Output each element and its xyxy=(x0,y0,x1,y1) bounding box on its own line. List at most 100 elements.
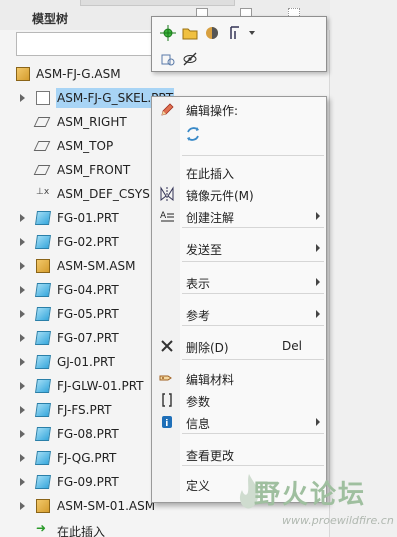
tree-item-label: FG-05.PRT xyxy=(57,307,119,321)
tree-item-label: ASM_TOP xyxy=(57,139,114,153)
chevron-right-icon[interactable] xyxy=(20,358,25,366)
menu-item[interactable]: 在此插入 xyxy=(152,161,326,183)
datum-plane-icon xyxy=(33,117,51,127)
menu-item[interactable]: 查看更改 xyxy=(152,443,326,465)
tree-item-label: FJ-QG.PRT xyxy=(57,451,117,465)
info-icon: i xyxy=(158,413,176,431)
part-icon xyxy=(35,235,51,249)
assembly-icon xyxy=(16,67,30,81)
chevron-right-icon[interactable] xyxy=(20,310,25,318)
chevron-right-icon[interactable] xyxy=(20,406,25,414)
datum-display-icon[interactable] xyxy=(226,23,246,43)
chevron-right-icon[interactable] xyxy=(20,382,25,390)
menu-item[interactable]: 删除(D) Del xyxy=(152,335,326,357)
part-icon xyxy=(35,283,51,297)
eye-hidden-icon[interactable] xyxy=(180,49,200,69)
tree-item-label: FJ-GLW-01.PRT xyxy=(57,379,144,393)
submenu-arrow-icon xyxy=(316,278,320,286)
menu-item-label: 创建注解 xyxy=(186,211,235,225)
menu-item[interactable]: 参数 xyxy=(152,389,326,411)
menu-item-label: 表示 xyxy=(186,277,211,291)
menu-gutter xyxy=(152,97,180,502)
material-icon xyxy=(158,369,176,387)
chevron-right-icon[interactable] xyxy=(20,430,25,438)
menu-item[interactable]: i 信息 xyxy=(152,411,326,433)
tree-item-label: ASM_DEF_CSYS xyxy=(57,187,150,201)
appearance-icon[interactable] xyxy=(202,23,222,43)
mini-toolbar xyxy=(151,16,327,72)
skeleton-icon xyxy=(36,91,50,105)
menu-item-label: 发送至 xyxy=(186,243,223,257)
assembly-icon xyxy=(36,259,50,273)
tree-item-label: ASM-SM-01.ASM xyxy=(57,499,156,513)
menu-item[interactable]: A 创建注解 xyxy=(152,205,326,227)
chevron-right-icon[interactable] xyxy=(20,502,25,510)
submenu-arrow-icon xyxy=(316,212,320,220)
menu-separator xyxy=(182,433,324,434)
coordinate-system-icon: ⊥x xyxy=(36,187,50,197)
tree-item-label: ASM-SM.ASM xyxy=(57,259,136,273)
submenu-arrow-icon xyxy=(316,310,320,318)
parameters-icon xyxy=(158,391,176,409)
panel-title: 模型树 xyxy=(32,12,69,26)
open-folder-icon[interactable] xyxy=(180,23,200,43)
tree-item-label: FG-07.PRT xyxy=(57,331,119,345)
tree-item-label: ASM_FRONT xyxy=(57,163,131,177)
chevron-right-icon[interactable] xyxy=(20,286,25,294)
chevron-right-icon[interactable] xyxy=(20,334,25,342)
menu-item-label: 在此插入 xyxy=(186,167,235,181)
select-target-icon[interactable] xyxy=(158,23,178,43)
menu-item[interactable]: 编辑材料 xyxy=(152,367,326,389)
menu-item-label: 参考 xyxy=(186,309,211,323)
watermark: 野火论坛 www.proewildfire.cn xyxy=(228,470,397,536)
menu-separator xyxy=(182,465,324,466)
pencil-icon xyxy=(158,101,176,119)
submenu-arrow-icon xyxy=(316,244,320,252)
part-icon xyxy=(35,427,51,441)
menu-separator xyxy=(182,325,324,326)
chevron-down-icon[interactable] xyxy=(246,23,258,43)
chevron-right-icon[interactable] xyxy=(20,214,25,222)
menu-separator xyxy=(182,155,324,156)
menu-item[interactable]: 发送至 xyxy=(152,237,326,259)
chevron-right-icon[interactable] xyxy=(20,262,25,270)
menu-item-label: 参数 xyxy=(186,395,211,409)
mirror-icon xyxy=(158,185,176,203)
regenerate-icon[interactable] xyxy=(182,123,204,145)
menu-separator xyxy=(182,359,324,360)
menu-item[interactable]: 镜像元件(M) xyxy=(152,183,326,205)
menu-item-label: 查看更改 xyxy=(186,449,235,463)
tree-item-label: FJ-FS.PRT xyxy=(57,403,112,417)
context-menu: 编辑操作: 在此插入 镜像元件(M) A 创建注解 发送至 表示 参考 删除(D) Del 编辑材… xyxy=(151,96,327,503)
menu-item-label: 镜像元件(M) xyxy=(186,189,254,203)
svg-text:A: A xyxy=(160,211,167,221)
part-icon xyxy=(35,475,51,489)
tree-item-label: GJ-01.PRT xyxy=(57,355,115,369)
chevron-right-icon[interactable] xyxy=(20,94,25,102)
menu-item-label: 删除(D) xyxy=(186,341,229,355)
part-icon xyxy=(35,355,51,369)
chevron-right-icon[interactable] xyxy=(20,454,25,462)
hide-item-icon[interactable] xyxy=(158,49,178,69)
part-icon xyxy=(35,403,51,417)
assembly-icon xyxy=(36,499,50,513)
tree-item-label: FG-09.PRT xyxy=(57,475,119,489)
annotation-icon: A xyxy=(158,207,176,225)
tree-item-label: FG-04.PRT xyxy=(57,283,119,297)
submenu-arrow-icon xyxy=(316,418,320,426)
chevron-right-icon[interactable] xyxy=(20,478,25,486)
menu-item[interactable]: 参考 xyxy=(152,303,326,325)
part-icon xyxy=(35,331,51,345)
watermark-url: www.proewildfire.cn xyxy=(282,514,394,527)
insert-arrow-icon: ➜ xyxy=(36,521,47,535)
menu-item[interactable]: 表示 xyxy=(152,271,326,293)
tree-item-label: FG-01.PRT xyxy=(57,211,119,225)
part-icon xyxy=(35,379,51,393)
tree-item-label: FG-08.PRT xyxy=(57,427,119,441)
tree-root-label: ASM-FJ-G.ASM xyxy=(36,67,121,81)
svg-text:i: i xyxy=(165,419,168,429)
menu-item-label: 信息 xyxy=(186,417,211,431)
part-icon xyxy=(35,451,51,465)
delete-icon xyxy=(158,337,176,355)
chevron-right-icon[interactable] xyxy=(20,238,25,246)
